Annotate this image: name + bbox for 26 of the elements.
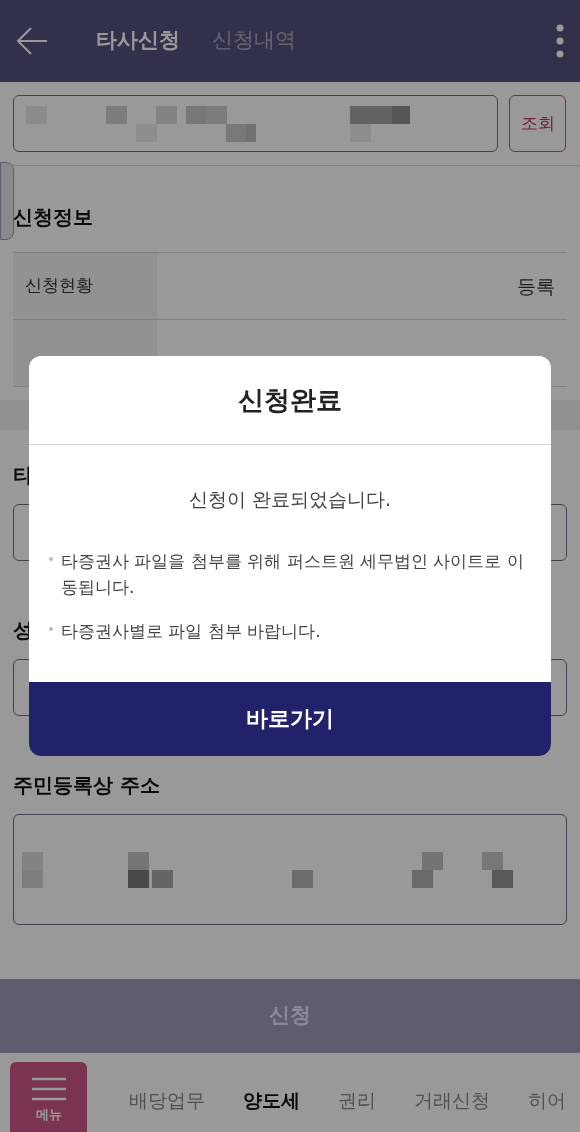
back-arrow-icon[interactable]: [16, 26, 48, 56]
nav-tab[interactable]: 배당업무: [129, 1086, 205, 1115]
nav-tab[interactable]: 양도세: [243, 1086, 300, 1115]
side-handle[interactable]: [0, 162, 14, 240]
bullet-icon: [49, 556, 53, 561]
nav-tab[interactable]: 거래신청: [414, 1086, 490, 1115]
search-button[interactable]: 조회: [509, 95, 566, 152]
section-title: 신청정보: [13, 204, 94, 231]
more-options-icon[interactable]: [556, 24, 564, 58]
header-tab[interactable]: 타사신청: [96, 25, 180, 57]
dialog-note: 타증권사별로 파일 첨부 바랍니다.: [61, 619, 321, 643]
menu-button[interactable]: 메뉴: [10, 1061, 87, 1132]
row-value: 등록: [516, 273, 556, 299]
menu-icon: [31, 1076, 66, 1101]
input-field[interactable]: [13, 814, 567, 925]
nav-tab[interactable]: 히어: [528, 1086, 566, 1115]
dialog-note: 타증권사 파일을 첨부를 위해 퍼스트원 세무법인 사이트로 이동됩니다.: [61, 549, 525, 599]
search-field[interactable]: [13, 95, 498, 152]
table-cell: 신청현황: [13, 253, 157, 319]
field-label: 주민등록상 주소: [13, 772, 161, 799]
dialog-message: 신청이 완료되었습니다.: [187, 487, 393, 512]
menu-label: 메뉴: [35, 1105, 62, 1124]
nav-tab[interactable]: 권리: [338, 1086, 376, 1115]
go-button[interactable]: 바로가기: [29, 681, 551, 756]
dialog-title: 신청완료: [29, 356, 551, 445]
bullet-icon: [49, 626, 53, 631]
